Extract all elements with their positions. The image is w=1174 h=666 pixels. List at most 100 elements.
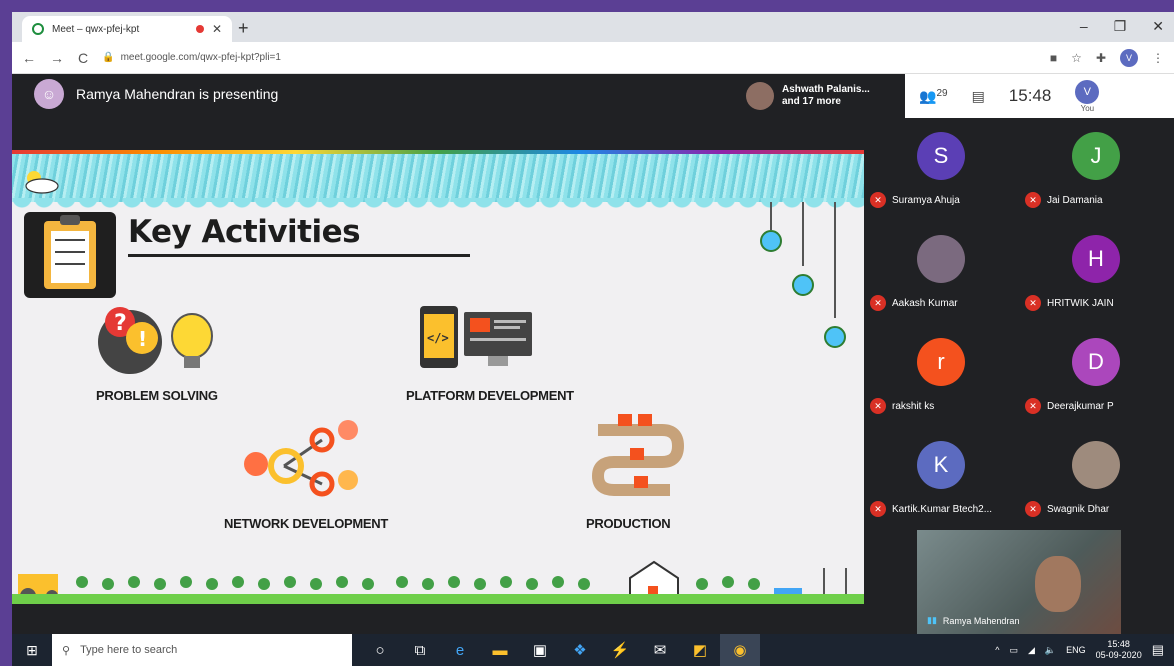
windows-taskbar: ⊞ ⚲ Type here to search ○ ⧉ e ▬ ▣ ❖ ⚡ ✉ …: [12, 634, 1174, 666]
tab-title: Meet – qwx-pfej-kpt: [52, 23, 140, 35]
cortana-icon[interactable]: ○: [360, 634, 400, 666]
sky-decoration: [12, 154, 864, 202]
taskbar-search[interactable]: ⚲ Type here to search: [52, 634, 352, 666]
participant-avatar: r: [917, 338, 965, 386]
participant-name: Kartik.Kumar Btech2...: [892, 503, 993, 515]
participant-tile[interactable]: ✕ Aakash Kumar: [864, 221, 1019, 324]
participant-tile[interactable]: ✕ Swagnik Dhar: [1019, 427, 1174, 530]
people-count: 29: [936, 87, 948, 99]
outlook-icon[interactable]: ◩: [680, 634, 720, 666]
ground-decoration: [12, 560, 864, 604]
participant-name: rakshit ks: [892, 400, 935, 412]
participant-name: Swagnik Dhar: [1047, 503, 1110, 515]
participant-avatar: J: [1072, 132, 1120, 180]
tray-chevron-icon[interactable]: ^: [995, 645, 999, 655]
address-bar[interactable]: 🔒 meet.google.com/qwx-pfej-kpt?pli=1: [102, 47, 1036, 69]
participant-name: Jai Damania: [1047, 194, 1103, 206]
slide-title: Key Activities: [128, 214, 361, 250]
participant-grid: S ✕ Suramya Ahuja J ✕ Jai Damania ✕ Aakash …: [864, 118, 1174, 532]
activity-label: PRODUCTION: [586, 516, 671, 531]
network-development-icon: [244, 420, 358, 497]
language-indicator[interactable]: ENG: [1066, 645, 1086, 655]
participant-avatar: K: [917, 441, 965, 489]
taskbar-time: 15:48: [1107, 639, 1130, 649]
participant-tile[interactable]: S ✕ Suramya Ahuja: [864, 118, 1019, 221]
reload-icon[interactable]: C: [78, 50, 88, 66]
you-indicator[interactable]: V You: [1075, 79, 1100, 113]
participant-photo: [917, 235, 965, 283]
participant-name: Deerajkumar P: [1047, 400, 1114, 412]
url-text: meet.google.com/qwx-pfej-kpt?pli=1: [120, 52, 281, 63]
edge-icon[interactable]: e: [440, 634, 480, 666]
search-placeholder: Type here to search: [80, 644, 178, 656]
browser-toolbar: ← → C 🔒 meet.google.com/qwx-pfej-kpt?pli…: [12, 42, 1174, 74]
volume-icon[interactable]: 🔈: [1045, 645, 1056, 656]
menu-icon[interactable]: ⋮: [1152, 51, 1164, 65]
activity-label: PLATFORM DEVELOPMENT: [406, 388, 574, 403]
self-video-tile[interactable]: ▮▮ Ramya Mahendran: [917, 530, 1121, 634]
self-name: Ramya Mahendran: [942, 615, 1020, 626]
mic-off-icon: ✕: [1025, 295, 1041, 311]
file-explorer-icon[interactable]: ▬: [480, 634, 520, 666]
participant-name: Suramya Ahuja: [892, 194, 960, 206]
extensions-icon[interactable]: ✚: [1096, 51, 1106, 65]
minimize-button[interactable]: –: [1080, 18, 1088, 35]
chip-line-1: Ashwath Palanis...: [782, 84, 870, 95]
participants-chip[interactable]: Ashwath Palanis... and 17 more: [746, 78, 890, 114]
participant-photo: [1072, 441, 1120, 489]
chip-line-2: and 17 more: [782, 96, 841, 107]
maximize-button[interactable]: ❐: [1114, 18, 1127, 35]
participant-tile[interactable]: K ✕ Kartik.Kumar Btech2...: [864, 427, 1019, 530]
battery-icon[interactable]: ▭: [1009, 645, 1018, 656]
profile-avatar[interactable]: V: [1120, 48, 1138, 67]
meet-top-controls: 👥29 ▤ 15:48 V You: [905, 74, 1174, 118]
svg-text:</>: </>: [427, 331, 449, 345]
activity-label: NETWORK DEVELOPMENT: [224, 516, 389, 531]
bulb-wire: [834, 202, 836, 318]
system-tray: ^ ▭ ◢ 🔈 ENG 15:48 05-09-2020 ▤: [995, 634, 1164, 666]
presentation-slide: Key Activities ? ! PROBLEM SOLVING </> P…: [12, 150, 864, 604]
presenter-avatar: ☺: [34, 79, 64, 109]
participant-tile[interactable]: D ✕ Deerajkumar P: [1019, 324, 1174, 427]
svg-text:?: ?: [114, 311, 127, 336]
meeting-clock: 15:48: [1008, 86, 1052, 105]
mic-off-icon: ✕: [1025, 398, 1041, 414]
participant-tile[interactable]: H ✕ HRITWIK JAIN: [1019, 221, 1174, 324]
production-conveyor-icon: [591, 414, 685, 496]
vscode-icon[interactable]: ⚡: [600, 634, 640, 666]
windows-start-icon[interactable]: ⊞: [12, 634, 52, 666]
people-button[interactable]: 👥29: [919, 88, 948, 105]
network-icon[interactable]: ◢: [1028, 645, 1035, 656]
window-controls: – ❐ ✕: [1080, 18, 1164, 35]
taskbar-date: 05-09-2020: [1095, 650, 1142, 660]
taskbar-clock[interactable]: 15:48 05-09-2020: [1096, 639, 1142, 661]
browser-tab[interactable]: Meet – qwx-pfej-kpt ✕: [22, 16, 232, 42]
mail-icon[interactable]: ✉: [640, 634, 680, 666]
mic-off-icon: ✕: [870, 501, 886, 517]
problem-solving-icon: ? !: [98, 307, 213, 374]
store-icon[interactable]: ▣: [520, 634, 560, 666]
chat-icon[interactable]: ▤: [972, 88, 985, 105]
search-icon: ⚲: [62, 644, 71, 657]
back-icon[interactable]: ←: [22, 50, 36, 66]
close-window-button[interactable]: ✕: [1152, 18, 1164, 35]
new-tab-button[interactable]: +: [238, 18, 249, 39]
you-label: You: [1080, 103, 1095, 113]
meet-favicon-icon: [32, 23, 44, 35]
chrome-icon[interactable]: ◉: [720, 634, 760, 666]
activity-label: PROBLEM SOLVING: [96, 388, 218, 403]
participant-name: Aakash Kumar: [892, 297, 958, 309]
bookmark-star-icon[interactable]: ☆: [1071, 51, 1082, 65]
bulb-wire: [802, 202, 804, 266]
presenting-bar: ☺ Ramya Mahendran is presenting: [12, 74, 864, 114]
participant-tile[interactable]: J ✕ Jai Damania: [1019, 118, 1174, 221]
audio-level-icon: ▮▮: [927, 615, 937, 625]
forward-icon[interactable]: →: [50, 50, 64, 66]
globe-bulb-icon: [792, 274, 814, 296]
notifications-icon[interactable]: ▤: [1152, 642, 1164, 658]
participant-tile[interactable]: r ✕ rakshit ks: [864, 324, 1019, 427]
camera-indicator-icon[interactable]: ■: [1050, 51, 1057, 65]
task-view-icon[interactable]: ⧉: [400, 634, 440, 666]
close-tab-icon[interactable]: ✕: [212, 22, 222, 36]
dropbox-icon[interactable]: ❖: [560, 634, 600, 666]
